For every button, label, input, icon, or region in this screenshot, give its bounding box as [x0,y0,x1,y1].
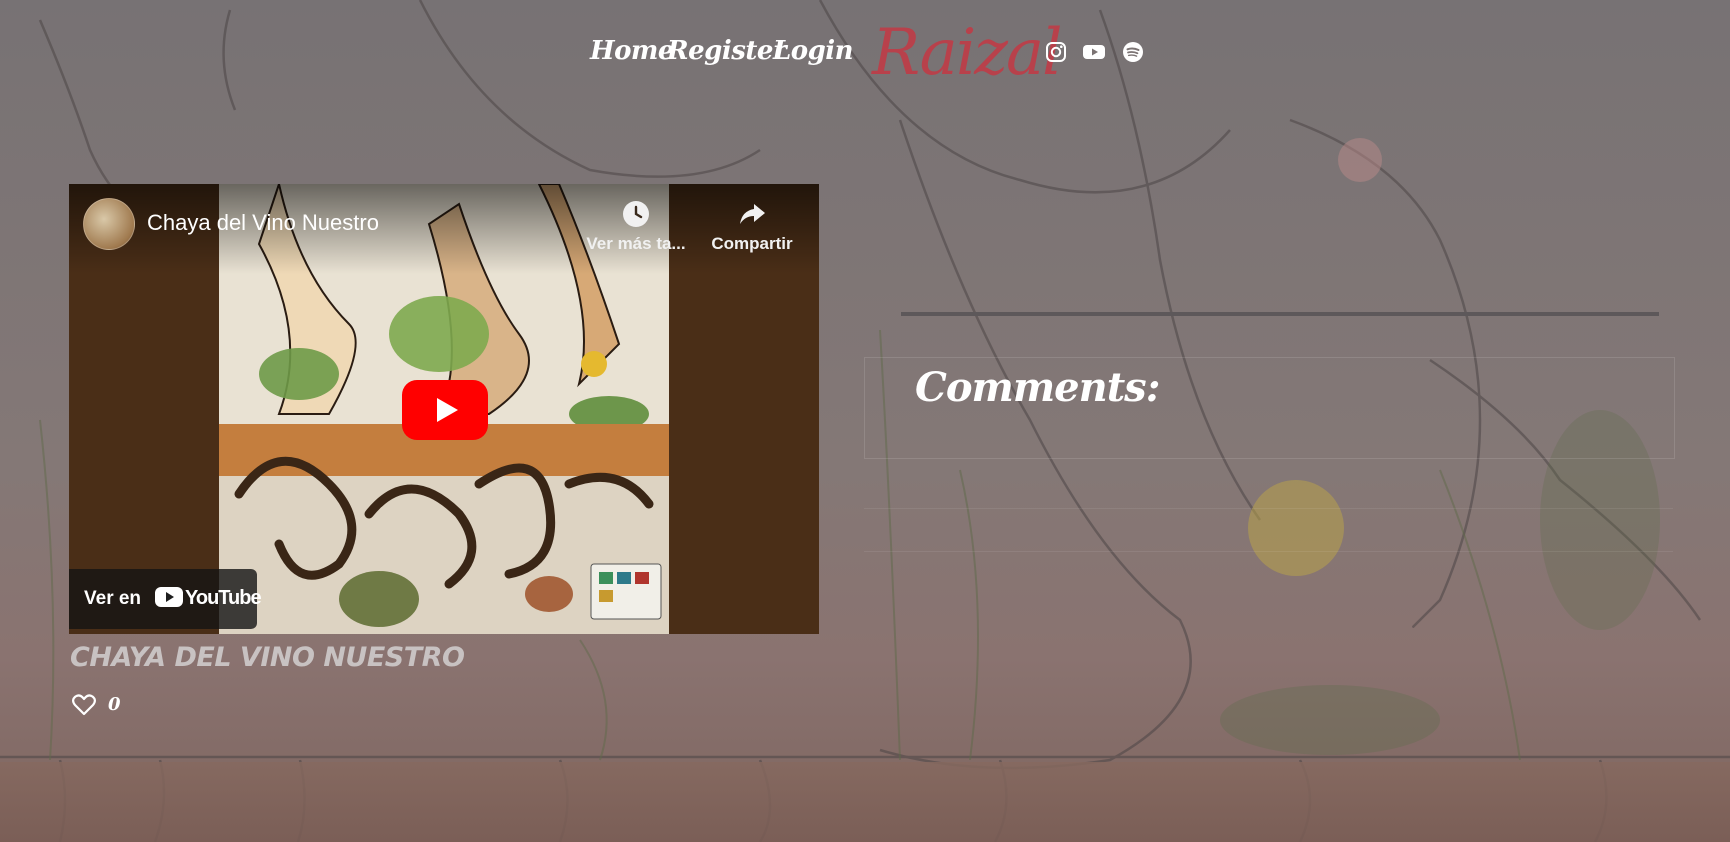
channel-avatar[interactable] [83,198,135,250]
nav-login-link[interactable]: Login [773,36,854,66]
post-title: CHAYA DEL VINO NUESTRO [70,642,465,673]
share-button[interactable]: Compartir [697,200,807,254]
spotify-icon[interactable] [1121,40,1145,64]
comments-list [864,508,1673,552]
youtube-icon[interactable] [1082,40,1106,64]
nav-register-link[interactable]: Register [667,36,787,66]
clock-icon [623,201,649,227]
comments-heading: Comments: [915,364,1160,411]
like-button[interactable]: 0 [72,692,132,722]
site-logo[interactable]: Raizal [872,16,1063,90]
youtube-wordmark: YouTube [185,587,262,609]
comments-panel: Comments: [864,357,1675,459]
like-count: 0 [108,694,121,715]
video-title[interactable]: Chaya del Vino Nuestro [147,210,379,236]
watch-later-label: Ver más ta... [586,234,686,253]
nav-home-link[interactable]: Home [590,36,674,66]
play-button-icon[interactable] [402,380,488,440]
watch-on-label: Ver en [84,588,142,609]
ground-strip [0,762,1730,842]
youtube-embed[interactable]: Chaya del Vino Nuestro Ver más ta... Com… [69,184,819,634]
watch-later-button[interactable]: Ver más ta... [581,200,691,254]
youtube-logo-icon [155,587,183,607]
share-label: Compartir [711,234,793,253]
section-divider [901,312,1659,316]
watch-on-youtube-button[interactable]: Ver en YouTube [69,569,262,629]
share-arrow-icon [740,204,765,224]
heart-icon [72,694,96,716]
top-navigation: Home Register Login Raizal [0,16,1730,90]
instagram-icon[interactable] [1044,40,1068,64]
